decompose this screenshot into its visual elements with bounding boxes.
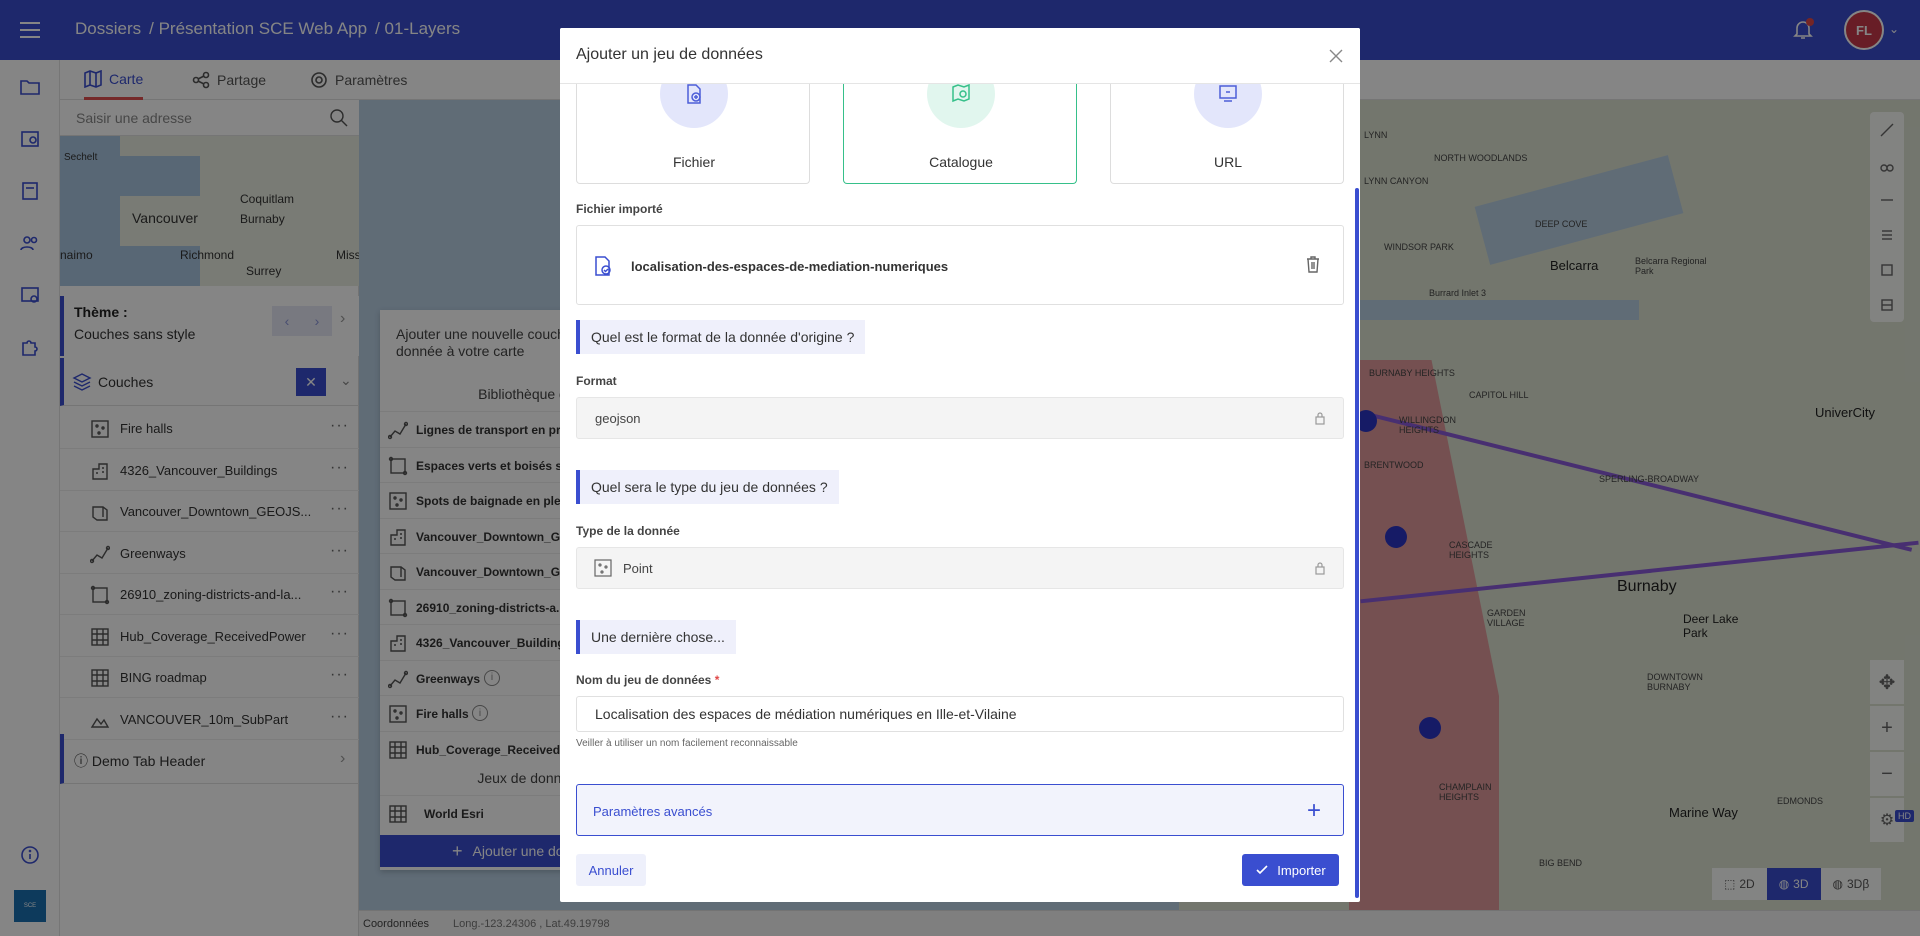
source-card-label: URL [1213, 154, 1242, 170]
lock-icon [1315, 562, 1325, 575]
section-type-question: Quel sera le type du jeu de données ? [576, 470, 839, 504]
imported-file-name: localisation-des-espaces-de-mediation-nu… [631, 259, 949, 274]
dataset-name-input[interactable] [576, 696, 1344, 732]
import-label: Importer [1277, 862, 1326, 878]
advanced-settings-toggle[interactable]: Paramètres avancés + [576, 784, 1344, 836]
source-card-fichier[interactable]: Fichier [576, 60, 810, 184]
plus-icon: + [1307, 797, 1322, 824]
section-last-question: Une dernière chose... [576, 620, 736, 654]
format-value: geojson [595, 411, 641, 426]
source-card-label: Fichier [672, 154, 715, 170]
trash-icon[interactable] [1303, 254, 1323, 274]
format-field: geojson [576, 397, 1344, 439]
imported-file-label: Fichier importé [576, 202, 663, 216]
name-hint: Veiller à utiliser un nom facilement rec… [576, 738, 798, 749]
section-format-question: Quel est le format de la donnée d'origin… [576, 320, 866, 354]
format-label: Format [576, 374, 617, 388]
cancel-button[interactable]: Annuler [576, 854, 646, 886]
modal-header: Ajouter un jeu de données [560, 28, 1360, 84]
advanced-settings-label: Paramètres avancés [593, 804, 713, 819]
source-card-label: Catalogue [929, 154, 993, 170]
point-layer-icon [594, 559, 612, 577]
type-value: Point [623, 561, 653, 576]
imported-file-box: localisation-des-espaces-de-mediation-nu… [576, 225, 1344, 305]
import-button[interactable]: Importer [1242, 854, 1339, 886]
type-field: Point [576, 547, 1344, 589]
modal-scrollbar[interactable] [1355, 188, 1359, 898]
name-label: Nom du jeu de données * [576, 673, 720, 687]
lock-icon [1315, 412, 1325, 425]
source-card-catalogue[interactable]: Catalogue [843, 60, 1077, 184]
check-icon [1256, 865, 1268, 875]
add-dataset-modal: Ajouter un jeu de données Fichier Catalo… [560, 28, 1360, 902]
close-icon[interactable] [1328, 48, 1344, 64]
modal-title: Ajouter un jeu de données [576, 46, 763, 63]
type-label: Type de la donnée [576, 524, 680, 538]
file-check-icon [595, 256, 611, 276]
source-card-url[interactable]: URL [1110, 60, 1344, 184]
